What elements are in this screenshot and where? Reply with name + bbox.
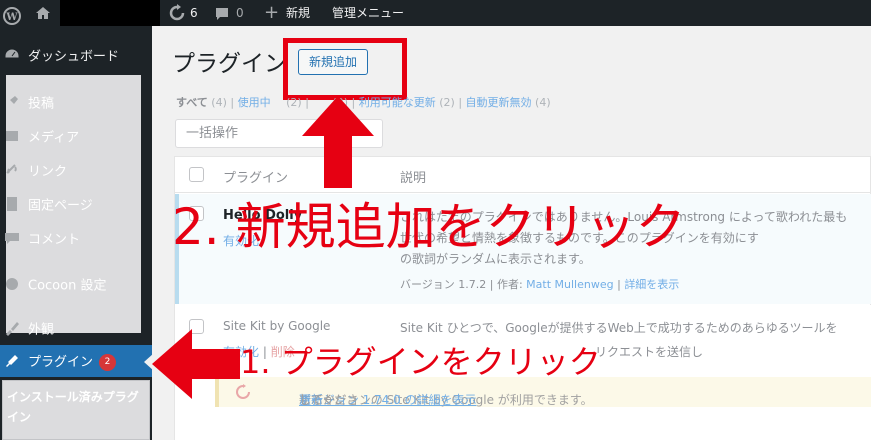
column-header-plugin: プラグイン: [223, 171, 289, 186]
filter-active-count: (2): [286, 96, 302, 109]
updates-count: 6: [190, 6, 198, 20]
add-new-highlight-box: [283, 38, 407, 100]
new-content-link[interactable]: + 新規: [264, 0, 310, 26]
plugin-meta: バージョン 1.7.2 | 作者: Matt Mullenweg | 詳細を表示: [400, 278, 680, 291]
pin-icon: [7, 96, 18, 107]
up-arrow-annotation-icon: [302, 96, 374, 188]
page-icon: [7, 197, 17, 211]
filter-auto-update-disabled[interactable]: 自動更新無効: [466, 96, 532, 109]
plugins-update-badge: 2: [99, 354, 117, 371]
refresh-icon: [169, 4, 185, 21]
plugin-description-line2: リクエストを送信し: [595, 345, 704, 359]
plugin-description: Site Kit ひとつで、Googleが提供するWeb上で成功するためのあらゆ…: [400, 321, 838, 335]
comments-count: 0: [236, 6, 244, 20]
brush-icon: [6, 322, 19, 336]
column-header-description: 説明: [400, 171, 427, 186]
sidebar-item-media[interactable]: メディア: [0, 122, 152, 150]
media-icon: [6, 131, 18, 141]
filter-update-count: (2): [439, 96, 455, 109]
submenu-installed-label: インストール済みプラグイン: [7, 390, 139, 424]
sidebar-item-plugins[interactable]: プラグイン 2: [0, 345, 152, 377]
step1-annotation: 1. プラグインをクリック: [240, 343, 601, 381]
filter-all[interactable]: すべて: [176, 96, 208, 109]
new-content-label: 新規: [286, 6, 311, 20]
sidebar-item-comments[interactable]: コメント: [0, 224, 152, 252]
wordpress-logo-icon[interactable]: W: [2, 0, 22, 26]
admin-menu-link[interactable]: 管理メニュー: [332, 0, 404, 26]
plugins-label: プラグイン: [28, 355, 94, 370]
redacted-site-name: [60, 0, 160, 26]
svg-text:W: W: [5, 12, 18, 23]
updates-link[interactable]: 6: [168, 0, 198, 26]
wp-admin-screen: { "adminbar": { "comments_count": "0", "…: [0, 0, 871, 440]
sidebar-item-dashboard[interactable]: ダッシュボード: [0, 40, 152, 70]
sidebar-item-cocoon-settings[interactable]: Cocoon 設定: [0, 270, 152, 298]
sidebar-item-pages[interactable]: 固定ページ: [0, 190, 152, 218]
sidebar-submenu-installed-plugins[interactable]: インストール済みプラグイン: [2, 380, 150, 440]
step2-annotation: 2. 新規追加をクリック: [172, 198, 686, 256]
filter-auto-update-count: (4): [535, 96, 551, 109]
sidebar-item-posts[interactable]: 投稿: [0, 88, 152, 116]
comments-link[interactable]: 0: [214, 0, 244, 26]
filter-active[interactable]: 使用中: [238, 96, 271, 109]
sidebar-item-appearance[interactable]: 外観: [0, 314, 152, 342]
author-link[interactable]: Matt Mullenweg: [526, 278, 613, 291]
cocoon-icon: [6, 278, 18, 290]
link-icon: [6, 164, 17, 174]
select-all-checkbox[interactable]: [189, 167, 204, 182]
filter-all-count: (4): [211, 96, 227, 109]
details-link[interactable]: 詳細を表示: [624, 278, 679, 291]
comment-icon: [5, 233, 19, 244]
admin-bar: W 6 0 + 新規 管理メニュー: [0, 0, 871, 26]
plus-icon: +: [264, 2, 280, 23]
gauge-icon: [4, 48, 20, 59]
plugin-icon: [6, 355, 18, 367]
left-arrow-annotation-icon: [152, 329, 240, 399]
page-title: プラグイン: [172, 51, 287, 77]
comment-bubble-icon: [216, 8, 228, 20]
home-icon[interactable]: [34, 0, 52, 26]
sidebar-item-links[interactable]: リンク: [0, 156, 152, 184]
